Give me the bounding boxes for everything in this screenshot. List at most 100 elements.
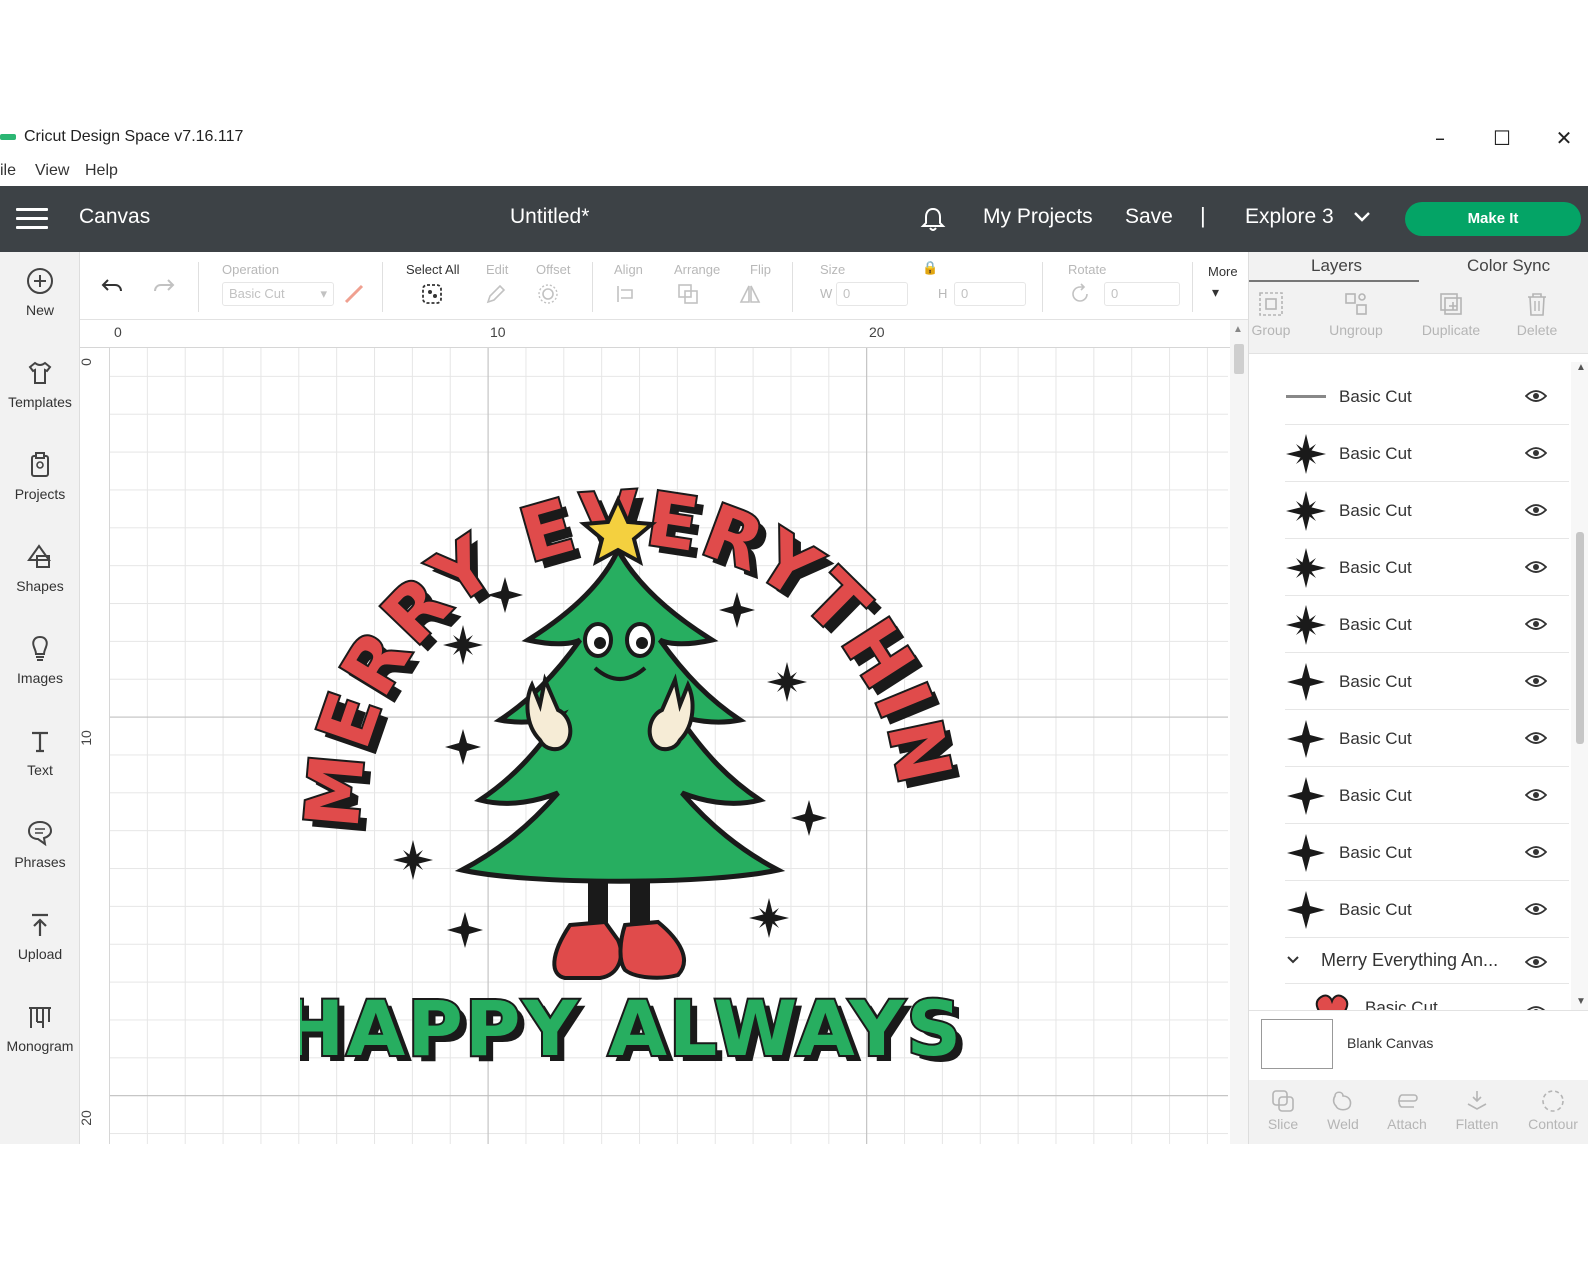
sparkle-icon [447, 912, 483, 948]
bottom-text[interactable]: HAPPY ALWAYS [300, 982, 963, 1075]
sidebar-item-shapes[interactable]: Shapes [0, 542, 80, 622]
layer-row[interactable]: Basic Cut [1285, 710, 1569, 767]
machine-selector[interactable]: Explore 3 [1245, 205, 1334, 229]
document-title[interactable]: Untitled* [510, 205, 589, 229]
lock-icon[interactable]: 🔒 [922, 260, 938, 276]
tab-layers[interactable]: Layers [1311, 256, 1362, 276]
flip-icon[interactable] [738, 282, 762, 306]
ungroup-button[interactable]: Ungroup [1316, 290, 1396, 338]
flatten-button[interactable]: Flatten [1443, 1088, 1511, 1132]
layer-scrollbar[interactable]: ▲ ▼ [1571, 362, 1588, 1010]
sidebar-item-monogram[interactable]: Monogram [0, 1002, 80, 1082]
sidebar-label: Phrases [14, 854, 66, 870]
layer-row[interactable]: Basic Cut [1285, 767, 1569, 824]
contour-button[interactable]: Contour [1519, 1088, 1587, 1132]
height-input[interactable]: 0 [954, 282, 1026, 306]
menu-help[interactable]: Help [85, 162, 118, 180]
eye-icon[interactable] [1525, 388, 1547, 404]
eye-icon[interactable] [1525, 616, 1547, 632]
layer-thumbnail [1286, 434, 1326, 474]
layer-row[interactable]: Basic Cut [1285, 881, 1569, 938]
toolbar-divider [1192, 262, 1193, 312]
rotate-input[interactable]: 0 [1104, 282, 1180, 306]
save-button[interactable]: Save [1125, 205, 1173, 229]
menu-file[interactable]: ile [0, 162, 16, 180]
layer-row[interactable]: Basic Cut [1285, 984, 1569, 1010]
layer-row[interactable]: Basic Cut [1285, 653, 1569, 710]
eye-icon[interactable] [1525, 954, 1547, 970]
menu-view[interactable]: View [35, 162, 69, 180]
my-projects-link[interactable]: My Projects [983, 205, 1093, 229]
width-input[interactable]: 0 [836, 282, 908, 306]
group-label: Group [1251, 322, 1291, 338]
layer-row[interactable]: Basic Cut [1285, 425, 1569, 482]
duplicate-button[interactable]: Duplicate [1411, 290, 1491, 338]
tab-color-sync[interactable]: Color Sync [1467, 256, 1550, 276]
arrange-icon[interactable] [676, 282, 700, 306]
left-sidebar: New Templates Projects Shapes Images Tex… [0, 252, 80, 1144]
blank-canvas-row[interactable]: Blank Canvas [1249, 1010, 1588, 1080]
eye-icon[interactable] [1525, 901, 1547, 917]
scroll-down-icon[interactable]: ▼ [1576, 996, 1586, 1007]
sidebar-item-new[interactable]: New [0, 266, 80, 346]
weld-button[interactable]: Weld [1309, 1088, 1377, 1132]
more-label[interactable]: More [1208, 264, 1238, 279]
layer-scroll-thumb[interactable] [1576, 532, 1584, 744]
layer-name: Basic Cut [1365, 998, 1438, 1010]
minimize-button[interactable]: – [1420, 122, 1460, 154]
more-caret-icon[interactable]: ▾ [1212, 284, 1219, 301]
chevron-down-icon[interactable] [1285, 952, 1301, 968]
eye-icon[interactable] [1525, 502, 1547, 518]
scroll-up-icon[interactable]: ▲ [1576, 362, 1586, 373]
eye-icon[interactable] [1525, 673, 1547, 689]
layer-row[interactable]: Basic Cut [1285, 539, 1569, 596]
flatten-icon [1467, 1091, 1487, 1110]
duplicate-icon [1440, 293, 1462, 315]
slice-label: Slice [1267, 1116, 1299, 1132]
group-button[interactable]: Group [1231, 290, 1311, 338]
design-artwork[interactable]: MERRY EVERYTHING & MERRY EVERYTHING & [300, 400, 980, 1090]
pen-color-icon[interactable] [342, 282, 366, 306]
redo-icon[interactable] [152, 274, 176, 298]
eye-icon[interactable] [1525, 844, 1547, 860]
sidebar-item-upload[interactable]: Upload [0, 910, 80, 990]
canvas-scroll-thumb[interactable] [1234, 344, 1244, 374]
layer-row[interactable]: Basic Cut [1285, 482, 1569, 539]
sidebar-item-projects[interactable]: Projects [0, 450, 80, 530]
layer-name: Basic Cut [1339, 900, 1412, 919]
slice-button[interactable]: Slice [1249, 1088, 1317, 1132]
eye-icon[interactable] [1525, 559, 1547, 575]
make-it-button[interactable]: Make It [1405, 202, 1581, 236]
eye-icon[interactable] [1525, 730, 1547, 746]
align-icon[interactable] [614, 282, 638, 306]
layer-row[interactable]: Basic Cut [1285, 368, 1569, 425]
close-button[interactable]: ✕ [1544, 122, 1584, 154]
canvas-scrollbar[interactable]: ▲ [1230, 320, 1248, 1144]
eye-icon[interactable] [1525, 787, 1547, 803]
delete-button[interactable]: Delete [1497, 290, 1577, 338]
select-all-icon[interactable] [420, 282, 444, 306]
sidebar-item-text[interactable]: Text [0, 726, 80, 806]
chevron-down-icon[interactable] [1352, 206, 1372, 226]
operation-select[interactable]: Basic Cut ▾ [222, 282, 334, 306]
hamburger-menu-icon[interactable] [16, 208, 48, 230]
layer-row[interactable]: Basic Cut [1285, 824, 1569, 881]
sidebar-item-images[interactable]: Images [0, 634, 80, 714]
attach-button[interactable]: Attach [1373, 1088, 1441, 1132]
ruler-tick: 0 [77, 358, 94, 366]
text-icon [32, 731, 48, 753]
top-ruler: 0 10 20 [80, 320, 1230, 348]
maximize-button[interactable]: ☐ [1482, 122, 1522, 154]
offset-icon[interactable] [536, 282, 560, 306]
sidebar-item-templates[interactable]: Templates [0, 358, 80, 438]
bell-icon[interactable] [918, 204, 948, 234]
rotate-icon[interactable] [1068, 282, 1092, 306]
layer-row[interactable]: Basic Cut [1285, 596, 1569, 653]
layer-group-row[interactable]: Merry Everything An... [1285, 938, 1569, 984]
undo-icon[interactable] [100, 274, 124, 298]
edit-pencil-icon[interactable] [484, 282, 508, 306]
eye-icon[interactable] [1525, 445, 1547, 461]
sidebar-item-phrases[interactable]: Phrases [0, 818, 80, 898]
canvas-swatch[interactable] [1261, 1019, 1333, 1069]
align-label: Align [614, 262, 643, 277]
